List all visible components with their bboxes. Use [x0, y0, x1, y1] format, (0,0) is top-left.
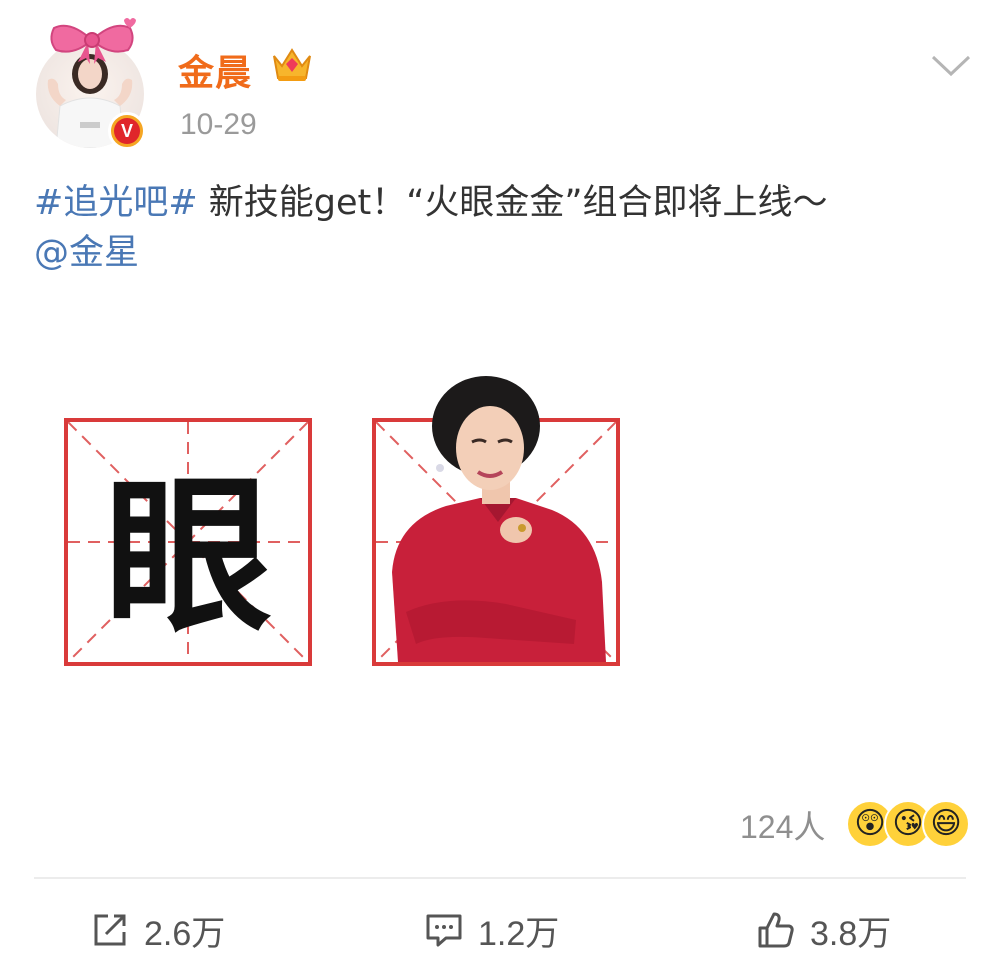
woman-in-red-qipao-icon [392, 376, 606, 662]
comment-button[interactable]: 1.2万 [424, 905, 559, 955]
crown-icon [273, 48, 311, 81]
laugh-emoji-icon: 😄 [922, 800, 970, 848]
like-count: 3.8万 [810, 914, 892, 953]
post-date: 10-29 [180, 108, 257, 141]
post-body: 新技能get！“火眼金金”组合即将上线～ [208, 183, 828, 223]
verified-badge-icon: V [108, 112, 146, 150]
username[interactable]: 金晨 [178, 44, 252, 96]
hashtag-link[interactable]: #追光吧# [34, 183, 198, 223]
post-text: #追光吧# 新技能get！“火眼金金”组合即将上线～ @金星 [34, 178, 964, 278]
share-icon [94, 914, 126, 946]
reaction-count[interactable]: 124人 [740, 802, 825, 848]
grid-character: 眼 [104, 458, 272, 655]
chevron-down-icon[interactable] [930, 54, 972, 78]
mention-link[interactable]: @金星 [34, 233, 139, 273]
share-count: 2.6万 [144, 914, 226, 953]
divider [34, 877, 966, 879]
thumbs-up-icon [758, 912, 794, 948]
like-button[interactable]: 3.8万 [756, 905, 891, 955]
post-image-character[interactable]: 眼 [64, 418, 312, 666]
comment-icon [426, 914, 462, 947]
verified-badge-label: V [114, 118, 140, 144]
share-button[interactable]: 2.6万 [90, 905, 225, 955]
bow-decoration-icon [50, 18, 136, 64]
comment-count: 1.2万 [478, 914, 560, 953]
